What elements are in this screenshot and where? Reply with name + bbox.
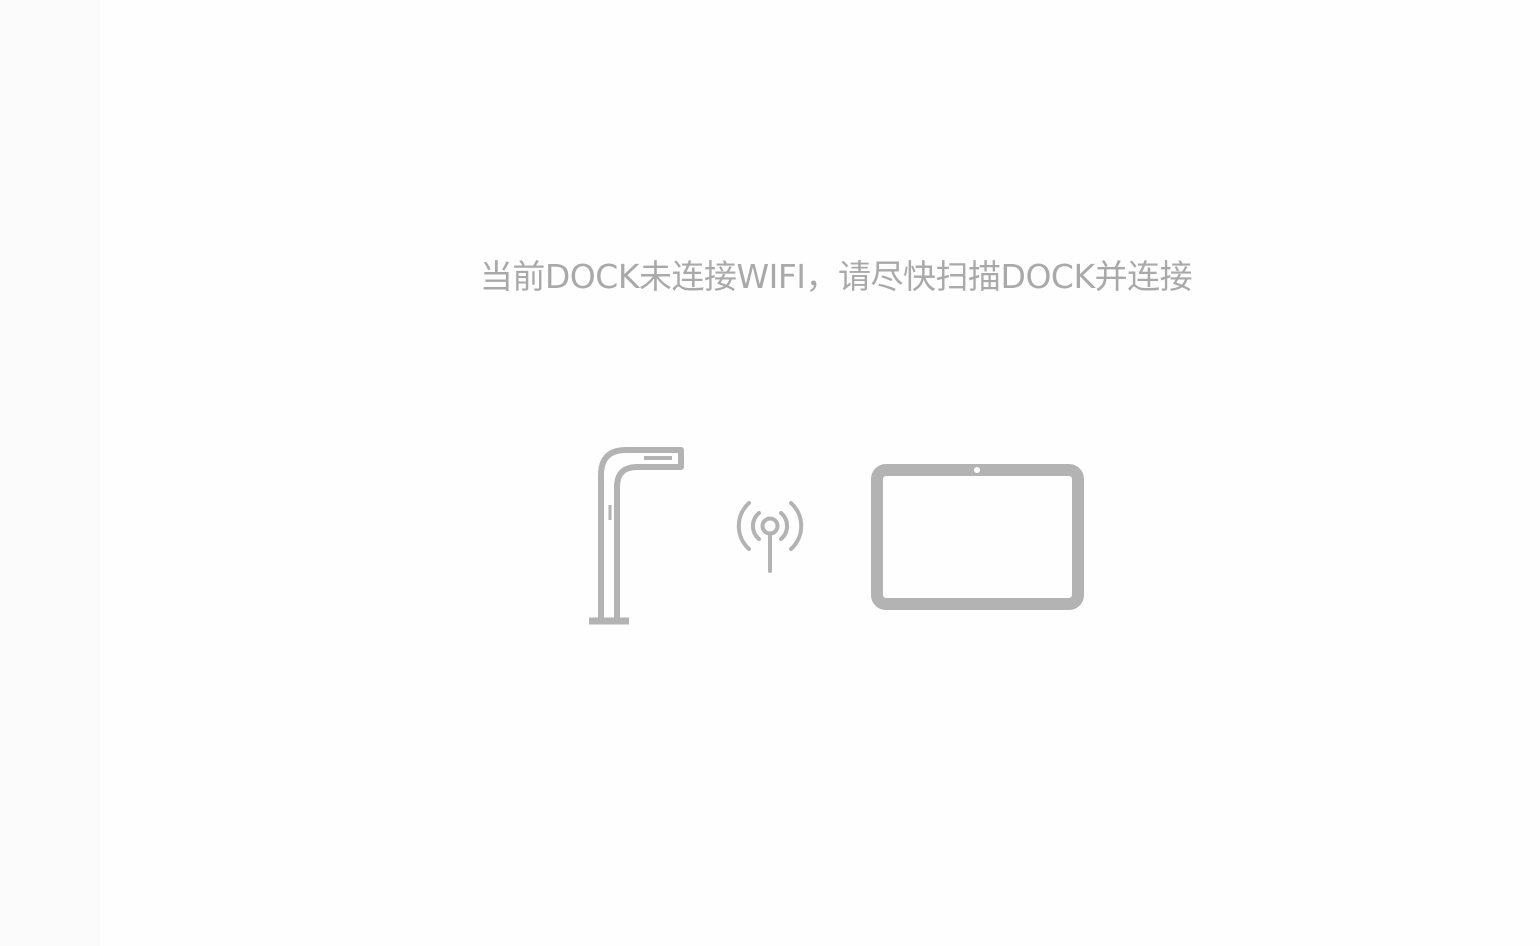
wireless-signal-icon <box>736 501 804 573</box>
dock-wifi-status-screen: 当前DOCK未连接WIFI，请尽快扫描DOCK并连接 <box>0 0 1540 946</box>
dock-stand-icon <box>589 447 684 625</box>
tablet-icon <box>871 464 1084 610</box>
connection-illustration <box>589 447 1084 625</box>
